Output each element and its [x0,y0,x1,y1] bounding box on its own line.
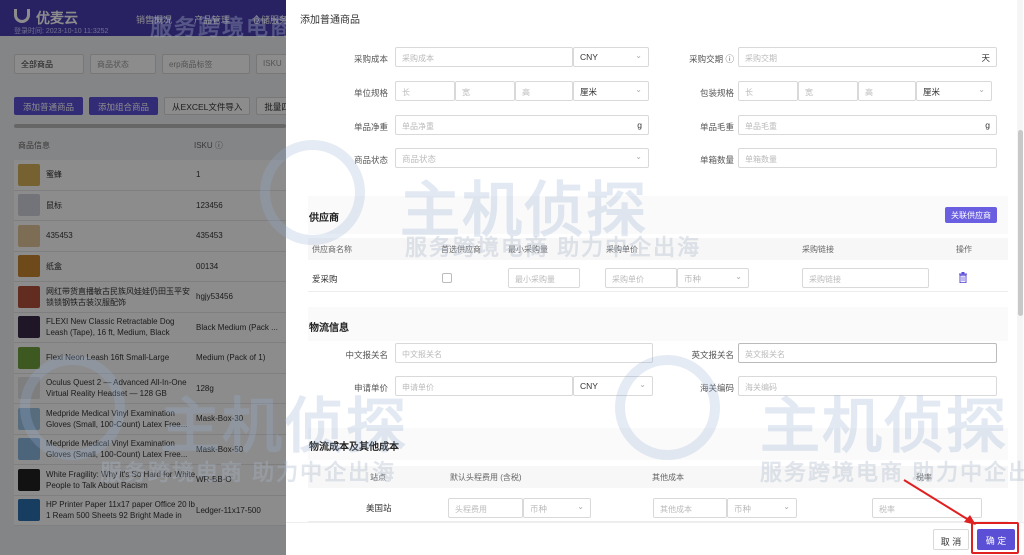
lead-time-label: 采购交期 ⓘ [689,54,734,64]
min-qty-input[interactable]: 最小采购量 [508,268,580,288]
other-cost-currency-select[interactable]: 币种 ⌄ [727,498,797,518]
col-unit-price: 采购单价 [606,245,638,254]
other-cost-input[interactable]: 其他成本 [653,498,727,518]
chevron-down-icon: ⌄ [735,272,742,281]
col-first-leg: 默认头程费用 (含税) [450,473,522,482]
cancel-button[interactable]: 取 消 [933,529,969,550]
red-arrow-icon [903,479,976,525]
watermark-logo-icon [260,140,365,245]
supplier-table-header: 供应商名称 首选供应商 最小采购量 采购单价 采购链接 操作 [308,238,1008,260]
col-operation: 操作 [956,245,972,254]
col-other-cost: 其他成本 [652,473,684,482]
purchase-currency-select[interactable]: CNY ⌄ [573,47,649,67]
drawer-title: 添加普通商品 [300,15,360,26]
purchase-cost-input[interactable]: 采购成本 [395,47,573,67]
drawer-scrollbar-thumb[interactable] [1018,130,1023,316]
chevron-down-icon: ⌄ [635,85,642,94]
net-weight-label: 单品净重 [353,122,388,132]
gross-weight-input[interactable]: 单品毛重 g [738,115,997,135]
pack-length-input[interactable]: 长 [738,81,798,101]
unit-spec-label: 单位规格 [353,88,388,98]
col-purchase-link: 采购链接 [802,245,834,254]
preferred-supplier-checkbox[interactable] [442,273,452,283]
site-name: 美国站 [366,503,392,513]
unit-length-input[interactable]: 长 [395,81,455,101]
pack-height-input[interactable]: 高 [858,81,916,101]
logistics-section-title: 物流信息 [309,323,349,334]
col-supplier-name: 供应商名称 [312,245,352,254]
unit-height-input[interactable]: 高 [515,81,573,101]
col-min-qty: 最小采购量 [508,245,548,254]
first-leg-currency-select[interactable]: 币种 ⌄ [523,498,591,518]
unit-dim-select[interactable]: 厘米 ⌄ [573,81,649,101]
purchase-cost-label: 采购成本 [353,54,388,64]
gross-weight-label: 单品毛重 [699,122,734,132]
chevron-down-icon: ⌄ [577,502,584,511]
box-qty-input[interactable]: 单箱数量 [738,148,997,168]
chevron-down-icon: ⌄ [783,502,790,511]
purchase-link-input[interactable]: 采购链接 [802,268,929,288]
col-preferred: 首选供应商 [441,245,481,254]
trash-icon[interactable] [958,272,968,283]
net-weight-input[interactable]: 单品净重 g [395,115,649,135]
first-leg-input[interactable]: 头程费用 [448,498,523,518]
supplier-currency-select[interactable]: 币种 ⌄ [677,268,749,288]
pack-width-input[interactable]: 宽 [798,81,858,101]
supplier-name: 爱采购 [312,274,338,284]
product-status-select[interactable]: 商品状态 ⌄ [395,148,649,168]
declare-price-label: 申请单价 [353,383,388,393]
box-qty-label: 单箱数量 [699,155,734,165]
cn-customs-name-label: 中文报关名 [345,350,388,360]
unit-width-input[interactable]: 宽 [455,81,515,101]
logistics-section-header [308,307,1008,341]
cn-customs-name-input[interactable]: 中文报关名 [395,343,653,363]
chevron-down-icon: ⌄ [635,152,642,161]
watermark-logo-icon [615,355,720,460]
pack-spec-label: 包装规格 [699,88,734,98]
hs-code-input[interactable]: 海关编码 [738,376,997,396]
col-site: 站点 [370,473,386,482]
chevron-down-icon: ⌄ [978,85,985,94]
unit-price-input[interactable]: 采购单价 [605,268,677,288]
cost-section-title: 物流成本及其他成本 [309,442,399,453]
supplier-section-header [308,196,1008,234]
watermark-logo-icon [20,355,125,460]
pack-dim-select[interactable]: 厘米 ⌄ [916,81,992,101]
declare-price-input[interactable]: 申请单价 [395,376,573,396]
chevron-down-icon: ⌄ [635,51,642,60]
link-supplier-button[interactable]: 关联供应商 [945,207,997,223]
lead-time-input[interactable]: 采购交期天 [738,47,997,67]
en-customs-name-input[interactable]: 英文报关名 [738,343,997,363]
